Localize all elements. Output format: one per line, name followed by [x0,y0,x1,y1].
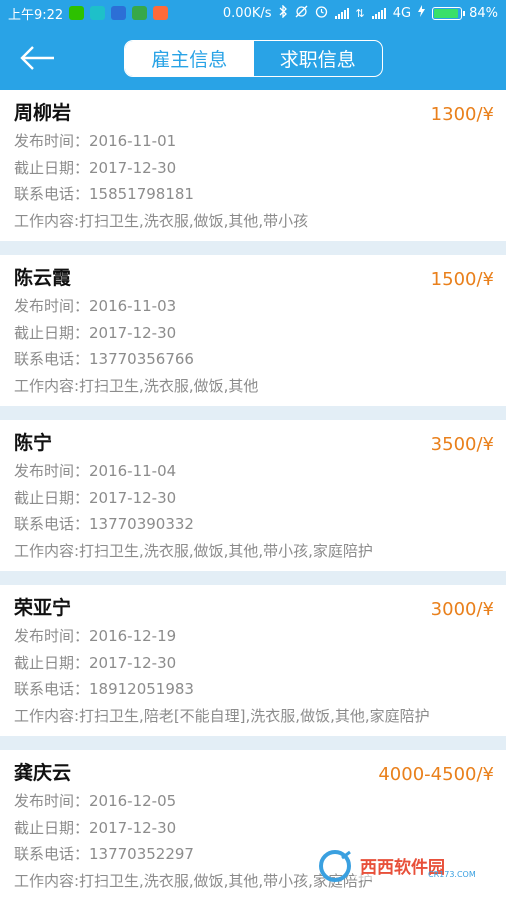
tab-employer-info[interactable]: 雇主信息 [125,41,254,76]
list-item[interactable]: 陈云霞 1500/¥ 发布时间：2016-11-03 截止日期：2017-12-… [0,255,506,406]
status-time: 上午9:22 [8,7,64,23]
list-item[interactable]: 荣亚宁 3000/¥ 发布时间：2016-12-19 截止日期：2017-12-… [0,585,506,736]
app-header: 雇主信息 求职信息 [0,26,506,90]
listing-publish-date: 发布时间：2016-11-04 [14,462,177,480]
listing-phone: 联系电话：13770356766 [14,350,194,368]
listing-deadline: 截止日期：2017-12-30 [14,653,177,672]
listing-deadline: 截止日期：2017-12-30 [14,818,177,837]
listing-work-content: 工作内容:打扫卫生,洗衣服,做饭,其他,带小孩 [14,211,309,230]
shield-icon [111,6,127,20]
listing-salary: 4000-4500/¥ [378,764,494,785]
app-icon [90,6,106,20]
listing-phone: 联系电话：18912051983 [14,680,194,698]
listing-name: 陈宁 [14,432,53,454]
charging-icon [418,5,426,21]
status-bar: 上午9:22 0.00K/s ⇅ 4G 84% [0,0,506,26]
signal-icon [334,7,349,19]
listing-work-content: 工作内容:打扫卫生,洗衣服,做饭,其他 [14,376,259,395]
mute-icon [295,5,308,22]
tab-job-seeker-info[interactable]: 求职信息 [254,41,383,76]
listing-name: 荣亚宁 [14,597,72,619]
listing-work-content: 工作内容:打扫卫生,洗衣服,做饭,其他,带小孩,家庭陪护 [14,541,373,560]
signal-icon-2 [371,7,386,19]
back-button[interactable] [20,40,64,76]
listing-work-content: 工作内容:打扫卫生,陪老[不能自理],洗衣服,做饭,其他,家庭陪护 [14,706,430,725]
data-arrows-icon: ⇅ [355,6,365,20]
segmented-tabs: 雇主信息 求职信息 [124,40,383,77]
network-speed: 0.00K/s [222,5,272,21]
listing-salary: 3000/¥ [430,599,494,620]
listing-name: 陈云霞 [14,267,72,289]
listing-publish-date: 发布时间：2016-11-01 [14,132,177,150]
listing-list: 周柳岩 1300/¥ 发布时间：2016-11-01 截止日期：2017-12-… [0,90,506,900]
listing-publish-date: 发布时间：2016-12-19 [14,627,177,645]
listing-deadline: 截止日期：2017-12-30 [14,488,177,507]
list-item[interactable]: 周柳岩 1300/¥ 发布时间：2016-11-01 截止日期：2017-12-… [0,90,506,241]
listing-salary: 3500/¥ [430,434,494,455]
battery-icon [432,6,466,20]
listing-salary: 1300/¥ [430,104,494,125]
list-item[interactable]: 陈宁 3500/¥ 发布时间：2016-11-04 截止日期：2017-12-3… [0,420,506,571]
bluetooth-icon [279,3,288,22]
notes-icon [153,6,169,20]
watermark-subtext: CR173.COM [428,870,476,879]
listing-phone: 联系电话：13770390332 [14,515,194,533]
listing-name: 周柳岩 [14,102,72,124]
arrow-left-icon [20,46,54,70]
listing-publish-date: 发布时间：2016-12-05 [14,792,177,810]
listing-publish-date: 发布时间：2016-11-03 [14,297,177,315]
listing-salary: 1500/¥ [430,269,494,290]
gallery-icon [132,6,148,20]
listing-deadline: 截止日期：2017-12-30 [14,158,177,177]
wechat-icon [69,6,85,20]
alarm-icon [315,5,328,22]
battery-percent: 84% [469,5,498,21]
listing-phone: 联系电话：15851798181 [14,185,194,203]
network-type: 4G [392,5,412,21]
listing-deadline: 截止日期：2017-12-30 [14,323,177,342]
watermark-logo: 西西软件园 CR173.COM [318,848,488,884]
